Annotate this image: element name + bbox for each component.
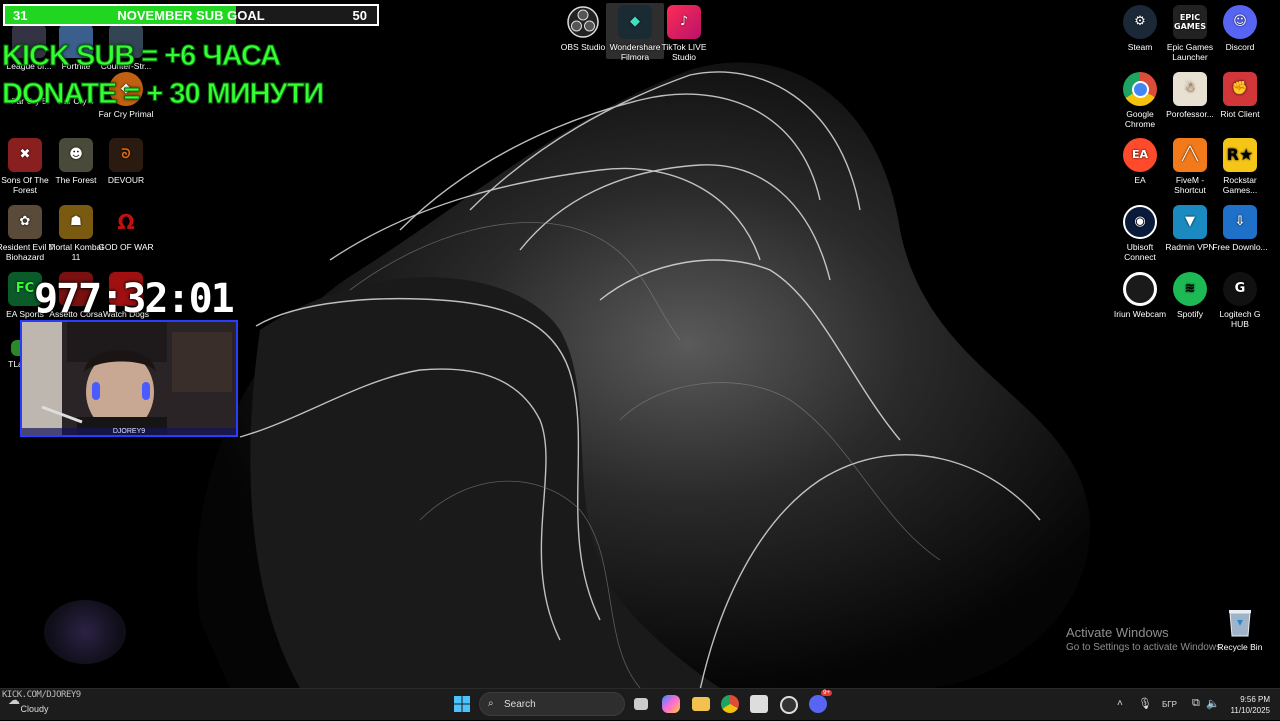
- porofessor-icon: ☃: [1173, 72, 1207, 106]
- desktop-icon-devour[interactable]: ᘐ DEVOUR: [97, 138, 155, 185]
- activate-title: Activate Windows: [1066, 625, 1169, 640]
- copilot-icon[interactable]: [662, 695, 680, 713]
- desktop-icon-riot-client[interactable]: ✊ Riot Client: [1211, 72, 1269, 119]
- microsoft-store-icon[interactable]: [750, 695, 768, 713]
- chrome-icon: [1123, 72, 1157, 106]
- sub-goal-target: 50: [352, 8, 367, 23]
- radmin-icon: ▼: [1173, 205, 1207, 239]
- sub-goal-title: NOVEMBER SUB GOAL: [117, 8, 265, 23]
- tray-chevron-icon[interactable]: ˄: [1117, 698, 1123, 709]
- obs-taskbar-icon[interactable]: [780, 696, 798, 714]
- desktop-icon-resident-evil-7[interactable]: ✿ Resident Evil 7 Biohazard: [0, 205, 54, 262]
- desktop-icon-sons-of-the-forest[interactable]: ✖ Sons Of The Forest: [0, 138, 54, 195]
- streamer-tag: KICK.COM/DJOREY9: [2, 690, 81, 700]
- language-indicator[interactable]: БГР: [1162, 700, 1177, 709]
- clock-time: 9:56 PM: [1240, 695, 1270, 704]
- download-icon: ⇩: [1223, 205, 1257, 239]
- subathon-timer: 977:32:01: [34, 276, 235, 322]
- start-button[interactable]: [454, 696, 470, 712]
- ubisoft-icon: ◉: [1123, 205, 1157, 239]
- ea-icon: EA: [1123, 138, 1157, 172]
- tiktok-icon: ♪: [667, 5, 701, 39]
- webcam-overlay: DJOREY9: [20, 320, 238, 437]
- weather-label: Cloudy: [20, 704, 49, 714]
- riot-icon: ✊: [1223, 72, 1257, 106]
- obs-icon: [566, 5, 600, 39]
- promo-line-donate: DONATE = + 30 МИНУТИ: [1, 78, 324, 111]
- discord-badge: 9+: [821, 690, 832, 696]
- discord-taskbar-icon[interactable]: 9+: [809, 690, 832, 713]
- mk11-icon: ☗: [59, 205, 93, 239]
- iriun-icon: [1123, 272, 1157, 306]
- windows-logo-icon: [454, 696, 470, 712]
- taskbar-clock[interactable]: 9:56 PM 11/10/2025: [1222, 694, 1270, 716]
- steam-icon: ⚙: [1123, 5, 1157, 39]
- spotify-icon: ≋: [1173, 272, 1207, 306]
- search-placeholder: Search: [504, 699, 536, 710]
- desktop-icon-logitech-g-hub[interactable]: G Logitech G HUB: [1211, 272, 1269, 329]
- clock-date: 11/10/2025: [1230, 706, 1270, 715]
- sub-goal-bar: 31 NOVEMBER SUB GOAL 50: [3, 4, 379, 26]
- chrome-taskbar-icon[interactable]: [721, 695, 739, 713]
- desktop-icon-free-download[interactable]: ⇩ Free Downlo...: [1211, 205, 1269, 252]
- activate-subtitle: Go to Settings to activate Windows.: [1066, 642, 1224, 653]
- taskbar: ☁ Cloudy ⌕ Search 9+ ˄ 🎙 БГР ⧉ 🔈 9:56 PM…: [0, 688, 1280, 720]
- gow-icon: Ω: [109, 205, 143, 239]
- task-view-icon[interactable]: [634, 698, 648, 710]
- volume-icon[interactable]: 🔈: [1206, 697, 1220, 710]
- webcam-name-tag: DJOREY9: [22, 428, 236, 435]
- re7-icon: ✿: [8, 205, 42, 239]
- taskbar-search[interactable]: ⌕ Search: [479, 692, 625, 716]
- activate-windows-watermark: Activate Windows Go to Settings to activ…: [1066, 625, 1224, 653]
- filmora-icon: ◆: [618, 5, 652, 39]
- promo-line-kick-sub: KICK SUB = +6 ЧАСА: [1, 40, 281, 73]
- epic-icon: EPIC GAMES: [1173, 5, 1207, 39]
- webcam-feed: [22, 322, 236, 435]
- devour-icon: ᘐ: [109, 138, 143, 172]
- recycle-bin-icon: [1223, 605, 1257, 639]
- desktop-icon-rockstar-games[interactable]: R★ Rockstar Games...: [1211, 138, 1269, 195]
- network-icon[interactable]: ⧉: [1192, 697, 1200, 710]
- desktop-icon-discord[interactable]: ☺ Discord: [1211, 5, 1269, 52]
- file-explorer-icon[interactable]: [692, 697, 710, 711]
- microphone-icon[interactable]: 🎙: [1138, 697, 1152, 710]
- desktop-icon-god-of-war[interactable]: Ω GOD OF WAR: [97, 205, 155, 252]
- desktop-icon-obs-studio[interactable]: OBS Studio: [554, 5, 612, 52]
- desktop-icon-tiktok-live-studio[interactable]: ♪ TikTok LIVE Studio: [655, 5, 713, 62]
- the-forest-icon: ☻: [59, 138, 93, 172]
- discord-icon: ☺: [1223, 5, 1257, 39]
- fivem-icon: ╱╲: [1173, 138, 1207, 172]
- sons-forest-icon: ✖: [8, 138, 42, 172]
- rockstar-icon: R★: [1223, 138, 1257, 172]
- logitech-icon: G: [1223, 272, 1257, 306]
- overlay-widget-circle: [44, 600, 126, 664]
- search-icon: ⌕: [488, 698, 494, 709]
